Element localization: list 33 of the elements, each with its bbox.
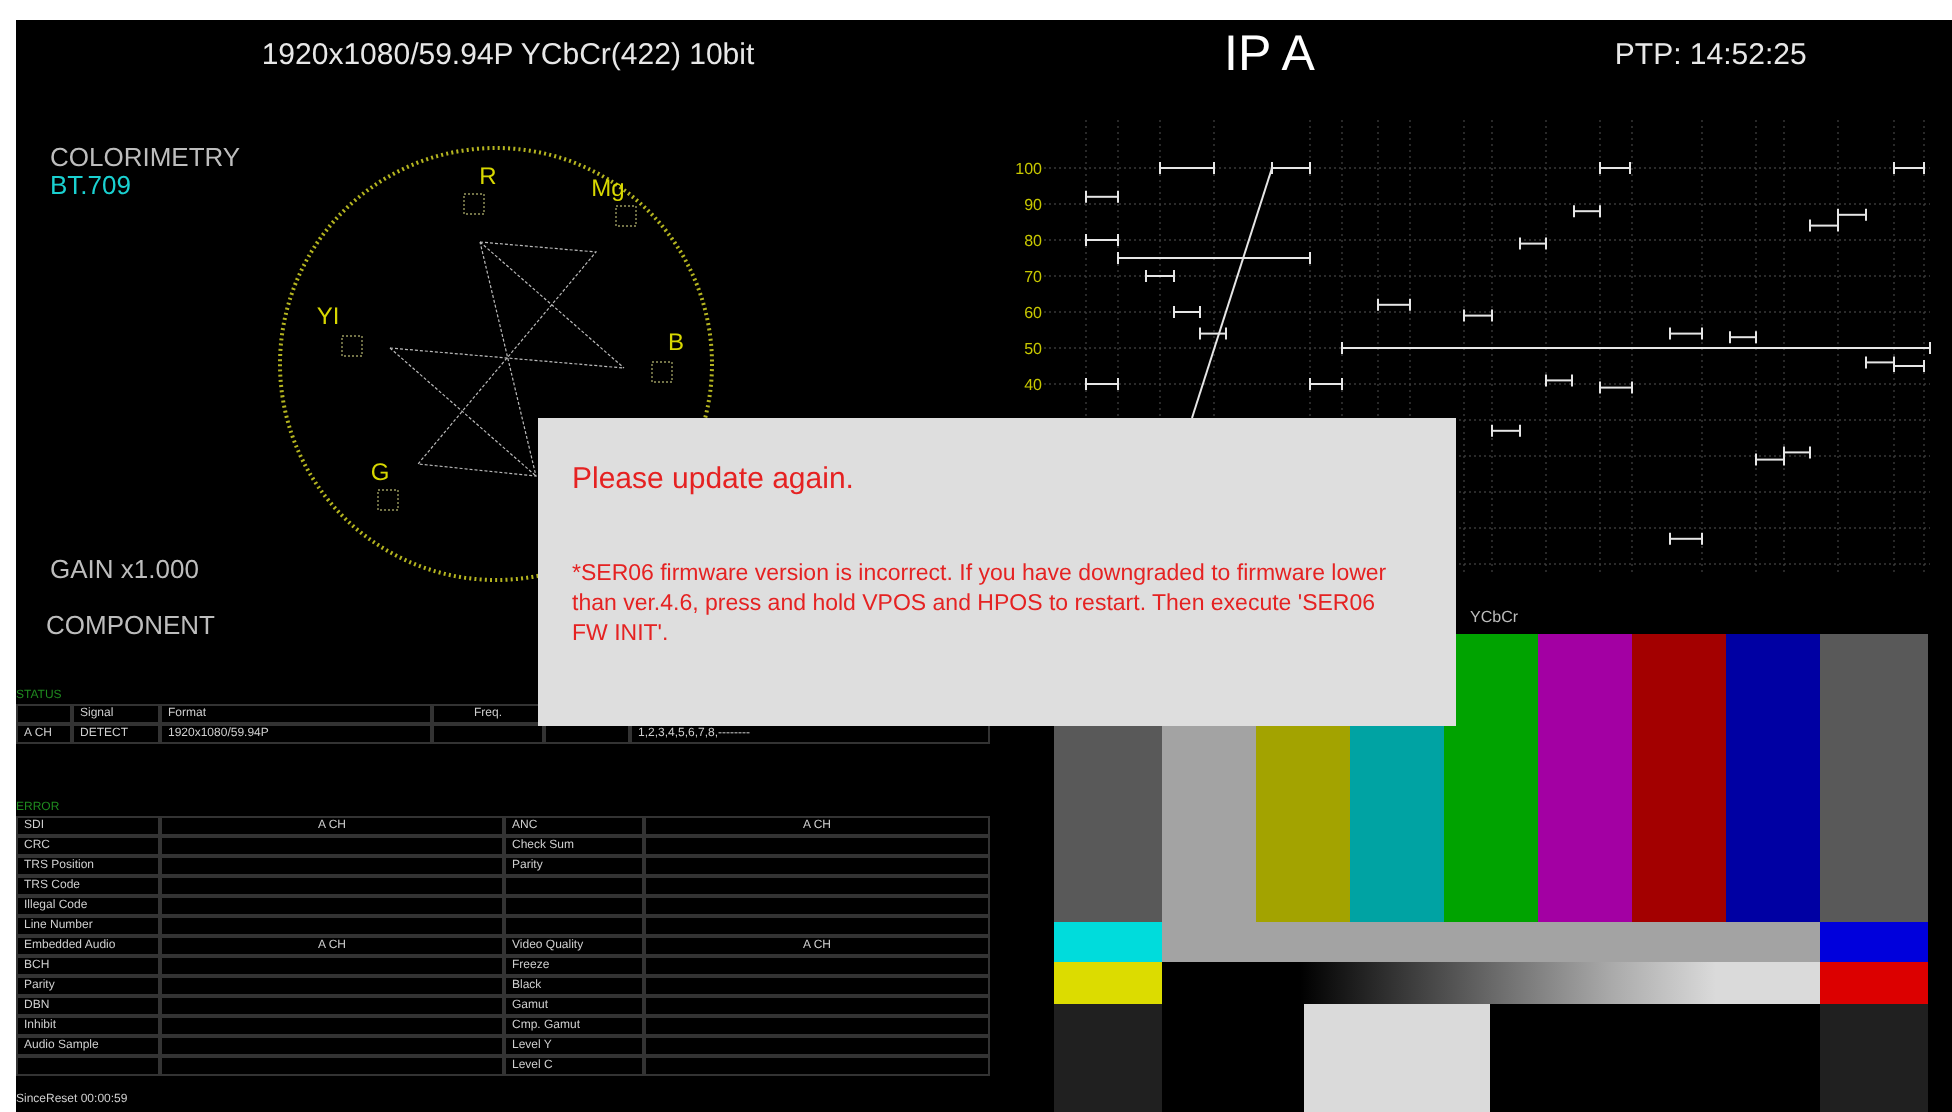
format-title: 1920x1080/59.94P YCbCr(422) 10bit	[261, 35, 755, 76]
empty-cell	[432, 724, 544, 744]
target-box	[651, 361, 673, 383]
bars-label: YCbCr	[1470, 605, 1519, 629]
scale-label: 50	[1024, 340, 1042, 358]
target-box	[377, 489, 399, 511]
dialog-message: *SER06 firmware version is incorrect. If you have downgraded to firmware lower than ver.4.6, press and hold VPOS and HPOS to restart. Then execute 'SER06 FW INIT'.	[572, 560, 1389, 650]
target-label: Mg	[591, 174, 625, 202]
scale-label: 90	[1024, 196, 1042, 214]
colorimetry-label: COLORIMETRY	[50, 144, 243, 172]
target-label: G	[370, 458, 390, 486]
input-title: IP A	[1224, 24, 1315, 87]
target-label: B	[668, 328, 684, 356]
dialog-title: Please update again.	[572, 460, 856, 500]
scale-label: 100	[1015, 160, 1042, 178]
empty-cell	[16, 704, 72, 724]
empty-cell	[16, 1056, 160, 1076]
target-label: R	[479, 162, 497, 190]
target-label: YI	[316, 302, 340, 330]
target-box	[463, 193, 485, 215]
colorimetry-value: BT.709	[50, 172, 133, 200]
target-box	[615, 205, 637, 227]
empty-cell	[504, 896, 644, 916]
gain-label: GAIN x1.000	[50, 556, 201, 584]
scale-label: 80	[1024, 232, 1042, 250]
ptp-clock: PTP: 14:52:25	[1614, 35, 1807, 76]
scale-label: 40	[1024, 376, 1042, 394]
scale-label: 70	[1024, 268, 1042, 286]
empty-cell	[504, 876, 644, 896]
empty-cell	[504, 916, 644, 936]
target-box	[341, 335, 363, 357]
mode-label: COMPONENT	[46, 612, 217, 640]
scale-label: 60	[1024, 304, 1042, 322]
